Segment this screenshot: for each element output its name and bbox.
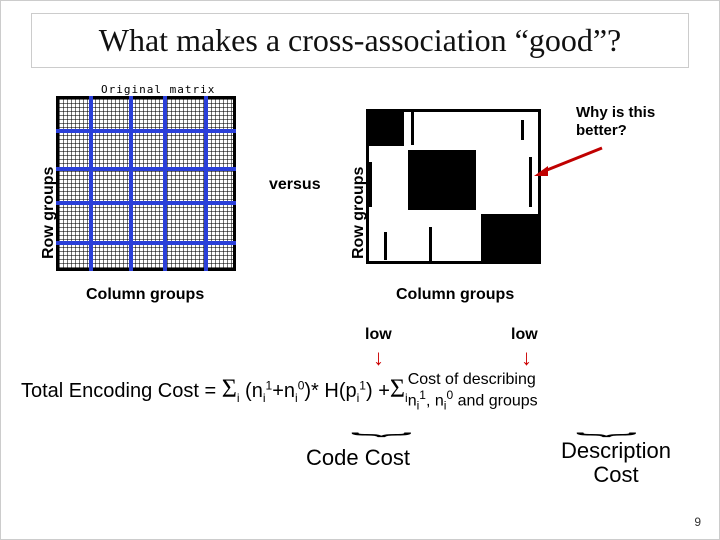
formula-part: )	[366, 380, 373, 402]
brace-icon: ⏟	[351, 414, 412, 437]
title-box: What makes a cross-association “good”?	[31, 13, 689, 68]
description-cost-label: Description Cost	[551, 439, 681, 487]
sigma-icon: Σ	[222, 374, 237, 403]
formula-part: n	[408, 392, 417, 409]
sigma-icon: Σ	[390, 374, 405, 403]
formula-sup-1: 1	[359, 378, 366, 392]
brace-icon: ⏟	[576, 414, 637, 437]
original-matrix	[56, 96, 236, 271]
formula-sub-i: i	[295, 391, 298, 405]
why-is-this-better: Why is this better?	[576, 104, 706, 140]
arrow-icon	[534, 146, 604, 176]
formula-part: +n	[272, 380, 295, 402]
low-label-1: low	[365, 326, 392, 344]
formula-sub-i: i	[357, 391, 360, 405]
formula-sub-i: i	[263, 391, 266, 405]
page-number: 9	[694, 515, 701, 529]
formula-part: )* H(p	[304, 380, 356, 402]
formula-part: and groups	[453, 392, 538, 409]
versus-text: versus	[269, 176, 321, 194]
column-groups-label-left: Column groups	[86, 286, 204, 304]
formula-part: (n	[240, 380, 263, 402]
column-groups-label-right: Column groups	[396, 286, 514, 304]
row-groups-label-right: Row groups	[351, 167, 367, 259]
formula-part: +	[373, 380, 390, 402]
formula-lhs: Total Encoding Cost =	[21, 380, 222, 402]
code-cost-label: Code Cost	[306, 446, 410, 470]
formula-desc-line1: Cost of describing	[408, 371, 536, 388]
encoding-cost-formula: Total Encoding Cost = Σi (ni1+ni0)* H(pi…	[21, 371, 709, 412]
reordered-matrix	[366, 109, 541, 264]
down-arrow-icon: ↓	[521, 345, 532, 371]
page-title: What makes a cross-association “good”?	[44, 22, 676, 59]
matrix-original-title: Original matrix	[101, 83, 215, 96]
row-groups-label-left: Row groups	[41, 167, 57, 259]
low-label-2: low	[511, 326, 538, 344]
formula-part: , n	[426, 392, 444, 409]
down-arrow-icon: ↓	[373, 345, 384, 371]
formula-sup-1: 1	[419, 388, 426, 402]
formula-desc: Cost of describing ni1, ni0 and groups	[408, 371, 538, 412]
